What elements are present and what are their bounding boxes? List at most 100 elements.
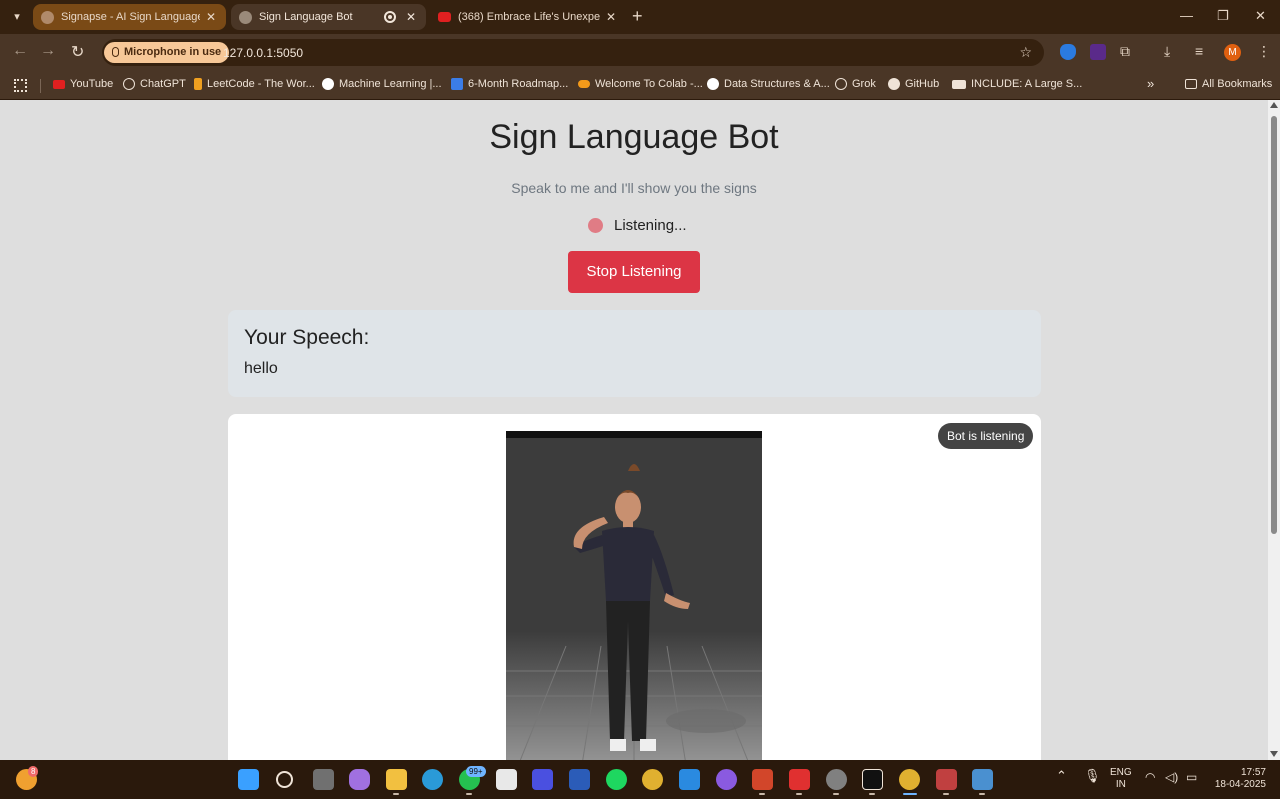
edge-icon[interactable] [422, 769, 443, 790]
globe-icon [239, 10, 252, 24]
bookmark-include[interactable]: INCLUDE: A Large S... [952, 78, 1082, 90]
settings-gear-icon[interactable] [826, 769, 847, 790]
word-icon[interactable] [569, 769, 590, 790]
status-dot [588, 218, 603, 233]
running-indicator [393, 793, 399, 795]
speech-label: Your Speech: [244, 326, 370, 349]
close-tab-icon[interactable]: ✕ [404, 10, 418, 24]
bookmark-label: All Bookmarks [1202, 78, 1273, 90]
bookmark-star-icon[interactable]: ☆ [1019, 44, 1032, 61]
task-view-icon[interactable] [313, 769, 334, 790]
extension-p-icon[interactable] [1090, 44, 1106, 60]
tab-signapse[interactable]: Signapse - AI Sign Language Tr ✕ [33, 4, 226, 30]
search-icon[interactable] [276, 771, 293, 788]
clock[interactable]: 17:57 18-04-2025 [1212, 767, 1266, 791]
powerpoint-icon[interactable] [752, 769, 773, 790]
bookmarks-bar: YouTube ChatGPT LeetCode - The Wor... Ma… [0, 71, 1280, 100]
bookmark-label: Machine Learning |... [339, 78, 442, 90]
vscode-icon[interactable] [679, 769, 700, 790]
apps-grid-icon[interactable] [14, 79, 27, 92]
bookmark-data-structures[interactable]: Data Structures & A... [707, 78, 830, 90]
tab-title: Signapse - AI Sign Language Tr [61, 11, 200, 23]
avatar-video-card: Bot is listening [228, 414, 1041, 760]
github-desktop-icon[interactable] [716, 769, 737, 790]
reload-icon[interactable]: ↻ [71, 42, 84, 62]
folder-icon [1185, 79, 1197, 89]
close-tab-icon[interactable]: ✕ [204, 10, 218, 24]
forward-icon[interactable]: → [40, 42, 56, 60]
running-indicator [796, 793, 802, 795]
include-icon [952, 79, 966, 89]
microphone-icon [112, 47, 119, 57]
bot-status-badge: Bot is listening [938, 423, 1034, 449]
bookmark-roadmap[interactable]: 6-Month Roadmap... [451, 78, 568, 90]
chrome-icon[interactable] [642, 769, 663, 790]
close-tab-icon[interactable]: ✕ [604, 10, 618, 24]
show-hidden-icons[interactable]: ⌃ [1056, 769, 1067, 782]
new-tab-icon[interactable]: + [632, 6, 643, 26]
bookmark-github[interactable]: GitHub [888, 78, 939, 90]
extensions-puzzle-icon[interactable]: ⧉ [1120, 43, 1130, 60]
bookmark-chatgpt[interactable]: ChatGPT [123, 78, 186, 90]
spotify-icon[interactable] [606, 769, 627, 790]
tab-youtube[interactable]: (368) Embrace Life's Unexpecte ✕ [430, 4, 626, 30]
menu-kebab-icon[interactable]: ⋮ [1257, 43, 1271, 60]
language-indicator[interactable]: ENG IN [1110, 767, 1132, 791]
close-window-icon[interactable]: ✕ [1255, 8, 1266, 24]
app-icon[interactable] [532, 769, 553, 790]
page-scrollbar[interactable] [1268, 100, 1280, 760]
leetcode-icon [194, 78, 202, 90]
restore-icon[interactable]: ❐ [1217, 8, 1229, 24]
bookmark-leetcode[interactable]: LeetCode - The Wor... [194, 78, 315, 90]
volume-icon[interactable]: ◁) [1165, 771, 1178, 783]
address-bar[interactable]: Microphone in use 127.0.0.1:5050 ☆ [102, 39, 1044, 66]
profile-avatar[interactable]: M [1224, 44, 1241, 61]
wifi-icon[interactable]: ◠ [1145, 771, 1155, 783]
youtube-icon [53, 79, 65, 89]
scroll-down-icon[interactable] [1270, 751, 1278, 757]
bookmark-grok[interactable]: Grok [835, 78, 876, 90]
url-text[interactable]: 127.0.0.1:5050 [223, 46, 303, 60]
tab-search-button[interactable]: ▾ [6, 7, 28, 27]
scroll-thumb[interactable] [1271, 116, 1277, 534]
bookmark-colab[interactable]: Welcome To Colab -... [578, 78, 703, 90]
sign-avatar-video[interactable] [506, 431, 762, 760]
all-bookmarks-button[interactable]: All Bookmarks [1185, 78, 1272, 90]
clock-date: 18-04-2025 [1214, 779, 1266, 790]
chatgpt-icon [123, 78, 135, 90]
snipping-tool-icon[interactable] [972, 769, 993, 790]
copilot-icon[interactable] [349, 769, 370, 790]
bookmark-label: ChatGPT [140, 78, 186, 90]
tab-sign-language-bot[interactable]: Sign Language Bot ✕ [231, 4, 426, 30]
back-icon[interactable]: ← [12, 42, 28, 60]
minimize-icon[interactable]: — [1180, 8, 1193, 23]
microphone-in-use-chip[interactable]: Microphone in use [104, 42, 230, 63]
bookmark-youtube[interactable]: YouTube [53, 78, 113, 90]
start-icon[interactable] [238, 769, 259, 790]
running-indicator [979, 793, 985, 795]
stop-listening-button[interactable]: Stop Listening [568, 251, 700, 293]
app-red-icon[interactable] [789, 769, 810, 790]
file-explorer-icon[interactable] [386, 769, 407, 790]
youtube-icon [438, 12, 451, 22]
google-icon [707, 78, 719, 90]
winrar-icon[interactable] [936, 769, 957, 790]
colab-icon [578, 80, 590, 88]
weather-badge: 8 [28, 766, 39, 777]
running-indicator [833, 793, 839, 795]
avatar-scene [506, 438, 762, 760]
download-icon[interactable]: ⤓ [1164, 43, 1170, 60]
shield-extension-icon[interactable] [1060, 44, 1076, 60]
bookmark-machine-learning[interactable]: Machine Learning |... [322, 78, 442, 90]
store-icon[interactable] [496, 769, 517, 790]
whatsapp-badge: 99+ [466, 766, 486, 777]
recording-icon [384, 11, 396, 23]
github-icon [888, 78, 900, 90]
microphone-tray-icon[interactable]: 🎙 [1084, 769, 1101, 782]
scroll-up-icon[interactable] [1270, 102, 1278, 108]
chrome-active-icon[interactable] [899, 769, 920, 790]
battery-icon[interactable]: ▭ [1186, 771, 1197, 783]
terminal-icon[interactable] [862, 769, 883, 790]
more-bookmarks-icon[interactable]: » [1147, 76, 1154, 91]
media-control-icon[interactable]: ≡ [1195, 43, 1203, 59]
